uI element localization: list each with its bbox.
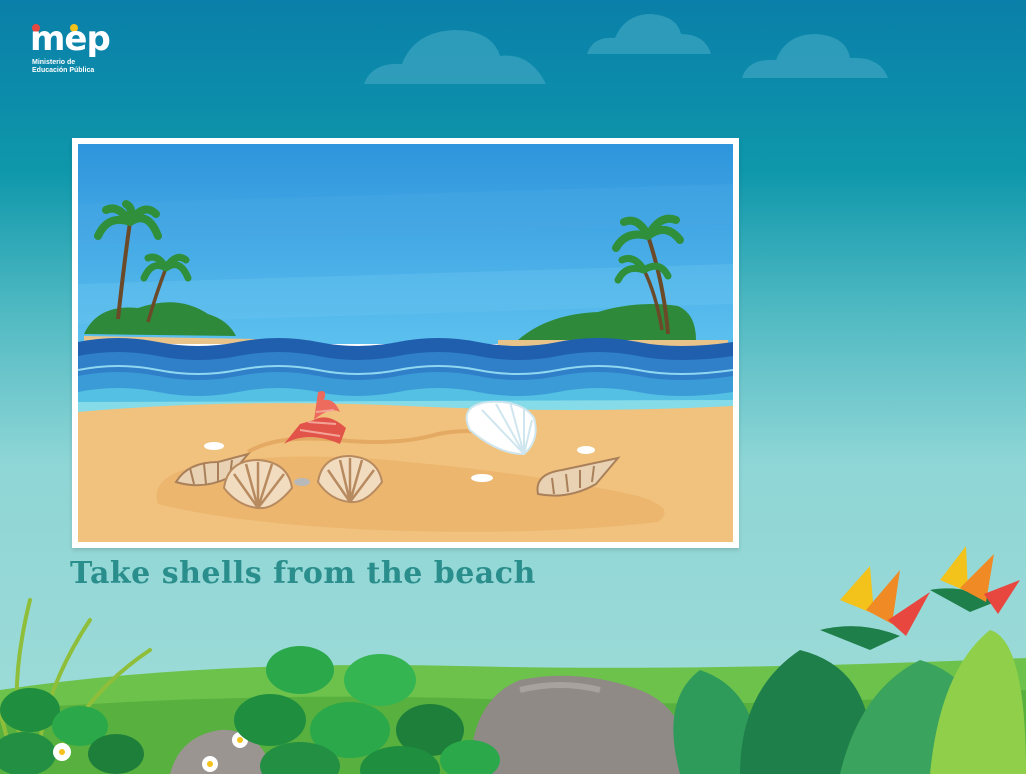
cloud-right [742, 34, 888, 78]
beach-illustration-frame [72, 138, 739, 548]
right-monstera [673, 630, 1026, 774]
cloud-middle [587, 14, 711, 54]
logo-subtitle-line1: Ministerio de [32, 59, 76, 66]
mep-logo: mep Ministerio de Educación Pública [30, 22, 120, 82]
foreground-foliage [0, 546, 1026, 774]
logo-subtitle-line2: Educación Pública [32, 67, 95, 74]
logo-wordmark: mep [30, 19, 111, 59]
beach-illustration [78, 144, 733, 542]
cloud-left [364, 30, 546, 84]
